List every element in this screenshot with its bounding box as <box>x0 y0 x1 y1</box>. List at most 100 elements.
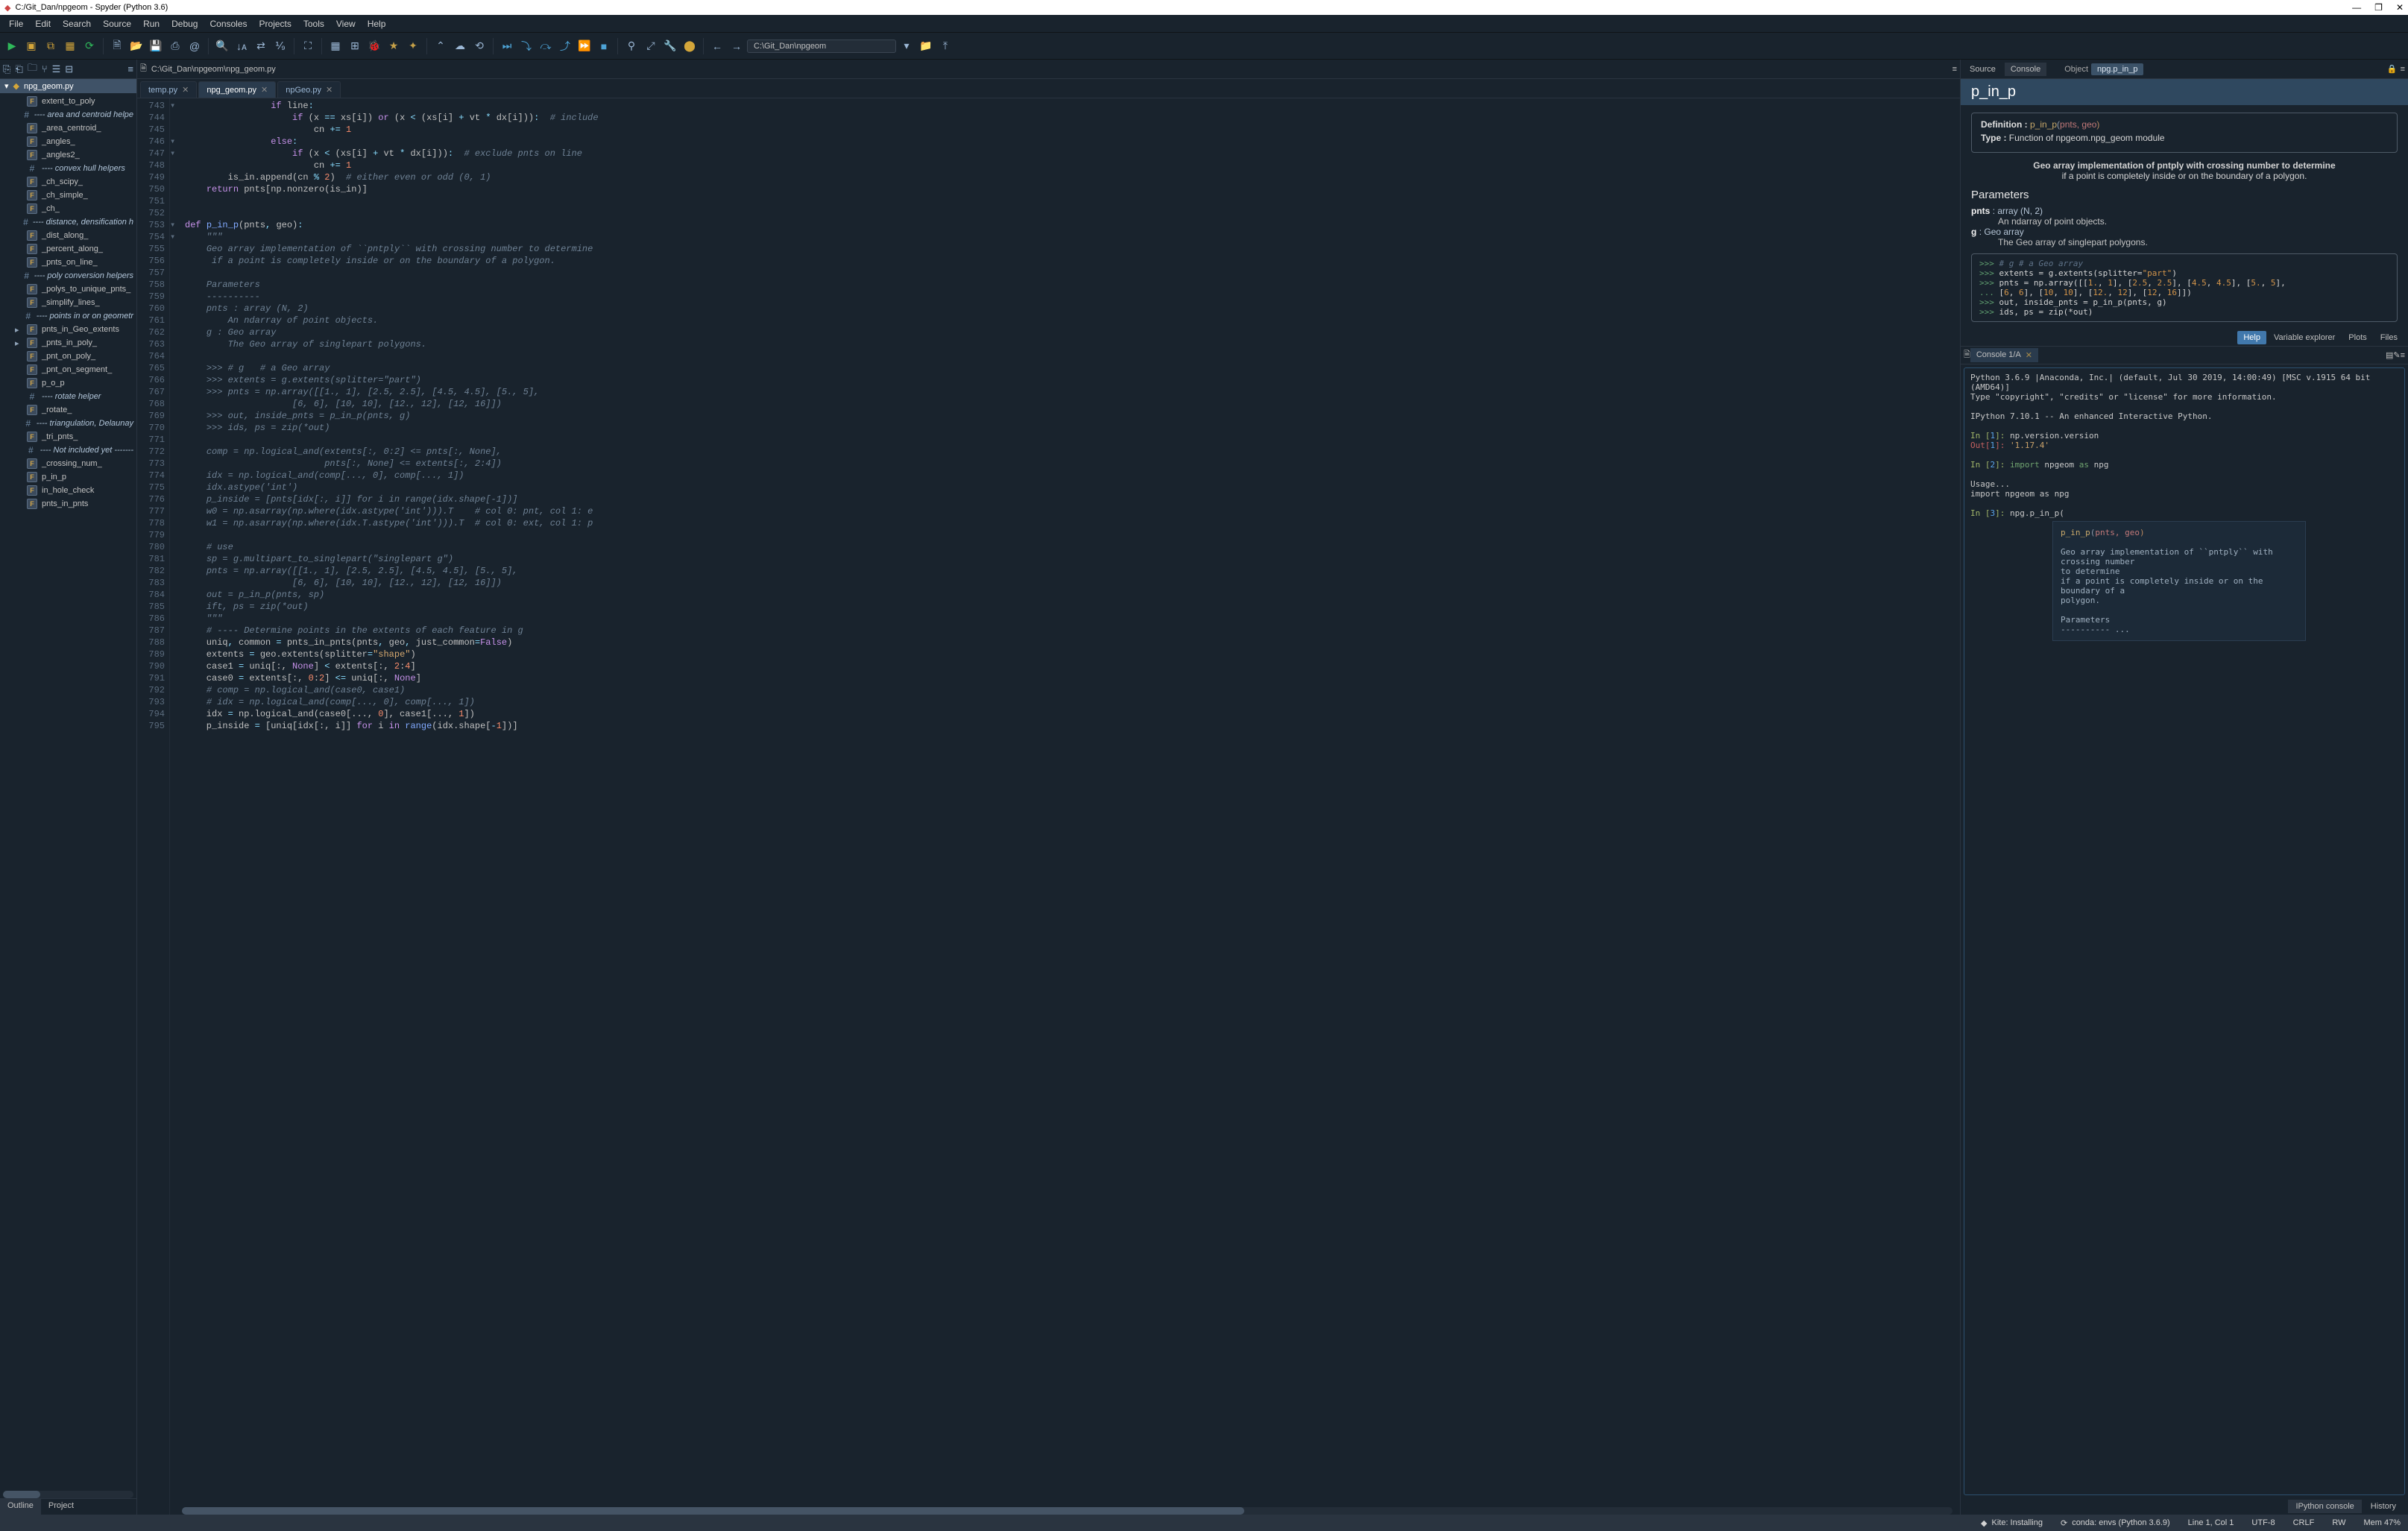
step-over-icon[interactable]: ⤼ <box>537 37 555 55</box>
menu-debug[interactable]: Debug <box>166 17 204 31</box>
minimize-button[interactable]: — <box>2352 2 2361 13</box>
refresh-icon[interactable]: ⟲ <box>470 37 488 55</box>
outline-item[interactable]: F_angles2_ <box>0 148 136 162</box>
console-tab-history[interactable]: History <box>2363 1500 2404 1513</box>
outline-item[interactable]: F_pnts_on_line_ <box>0 256 136 269</box>
menu-edit[interactable]: Edit <box>29 17 57 31</box>
tab-source[interactable]: Source <box>1964 63 2002 76</box>
save-icon[interactable]: 💾 <box>147 37 165 55</box>
help-tab-help[interactable]: Help <box>2237 331 2266 344</box>
ipython-console[interactable]: Python 3.6.9 |Anaconda, Inc.| (default, … <box>1964 367 2405 1495</box>
outline-item[interactable]: F_polys_to_unique_pnts_ <box>0 282 136 296</box>
save-all-icon[interactable]: ⎙ <box>166 37 184 55</box>
outline-folder-icon[interactable]: 🗀 <box>28 61 37 78</box>
outline-collapse-icon[interactable]: ⊟ <box>65 63 73 75</box>
folder-open-icon[interactable]: 📁 <box>917 37 935 55</box>
editor-tab-npg_geom-py[interactable]: npg_geom.py✕ <box>198 81 276 98</box>
search-icon[interactable]: 🔍 <box>213 37 231 55</box>
menu-consoles[interactable]: Consoles <box>204 17 253 31</box>
maximize-button[interactable]: ❐ <box>2374 2 2383 13</box>
outline-item[interactable]: Fpnts_in_pnts <box>0 497 136 511</box>
outline-tree-icon[interactable]: ☰ <box>52 63 61 75</box>
outline-item[interactable]: F_tri_pnts_ <box>0 430 136 443</box>
help-tab-variable-explorer[interactable]: Variable explorer <box>2268 331 2341 344</box>
outline-copy-icon[interactable]: ⎘ <box>3 63 10 75</box>
back-icon[interactable]: ← <box>708 37 726 55</box>
close-button[interactable]: ✕ <box>2396 2 2404 13</box>
outline-item[interactable]: #---- Not included yet ------- <box>0 443 136 457</box>
menu-run[interactable]: Run <box>137 17 166 31</box>
menu-help[interactable]: Help <box>362 17 392 31</box>
menu-tools[interactable]: Tools <box>297 17 330 31</box>
python-icon[interactable]: ⬤ <box>681 37 699 55</box>
help-tab-files[interactable]: Files <box>2374 331 2404 344</box>
menu-view[interactable]: View <box>330 17 362 31</box>
at-icon[interactable]: @ <box>186 37 204 55</box>
step-next-icon[interactable]: ⏭ <box>498 37 516 55</box>
outline-item[interactable]: Fin_hole_check <box>0 484 136 497</box>
var-icon[interactable]: ★ <box>385 37 403 55</box>
run-cell-advance-icon[interactable]: ⧉ <box>42 37 60 55</box>
close-icon[interactable]: ✕ <box>261 85 268 95</box>
outline-copy2-icon[interactable]: ⎗ <box>15 63 22 75</box>
outline-item[interactable]: #---- area and centroid helpe <box>0 108 136 121</box>
sort-icon[interactable]: ↓ᴀ <box>233 37 250 55</box>
tab-project[interactable]: Project <box>41 1499 81 1515</box>
outline-item[interactable]: F_ch_simple_ <box>0 189 136 202</box>
outline-item[interactable]: Fextent_to_poly <box>0 95 136 108</box>
outline-item[interactable]: F_dist_along_ <box>0 229 136 242</box>
close-icon[interactable]: ✕ <box>326 85 332 95</box>
outline-item[interactable]: F_crossing_num_ <box>0 457 136 470</box>
outline-item[interactable]: ▸Fpnts_in_Geo_extents <box>0 323 136 336</box>
outline-item[interactable]: F_percent_along_ <box>0 242 136 256</box>
tab-outline[interactable]: Outline <box>0 1499 41 1515</box>
open-file-icon[interactable]: 📂 <box>127 37 145 55</box>
run-icon[interactable]: ▶ <box>3 37 21 55</box>
chevron-down-icon[interactable]: ▾ <box>898 37 915 55</box>
outline-item[interactable]: F_simplify_lines_ <box>0 296 136 309</box>
stop-icon[interactable]: ■ <box>595 37 613 55</box>
lock-icon[interactable]: 🔒 <box>2387 64 2398 74</box>
outline-item[interactable]: #---- points in or on geometr <box>0 309 136 323</box>
outline-item[interactable]: #---- convex hull helpers <box>0 162 136 175</box>
outline-item[interactable]: F_ch_scipy_ <box>0 175 136 189</box>
editor-tab-temp-py[interactable]: temp.py✕ <box>140 81 197 98</box>
outline-item[interactable]: F_rotate_ <box>0 403 136 417</box>
outline-item[interactable]: #---- rotate helper <box>0 390 136 403</box>
step-into-icon[interactable]: ⤵ <box>517 37 535 55</box>
tab-console-top[interactable]: Console <box>2005 63 2046 76</box>
outline-item[interactable]: #---- poly conversion helpers <box>0 269 136 282</box>
menu-projects[interactable]: Projects <box>253 17 297 31</box>
right-menu-icon[interactable]: ≡ <box>2401 65 2405 74</box>
parent-dir-icon[interactable]: ⤒ <box>936 37 954 55</box>
forward-icon[interactable]: → <box>728 37 746 55</box>
status-kite[interactable]: ◆Kite: Installing <box>1981 1518 2043 1528</box>
swap-icon[interactable]: ⇄ <box>252 37 270 55</box>
outline-item[interactable]: #---- distance, densification h <box>0 215 136 229</box>
status-conda[interactable]: ⟳conda: envs (Python 3.6.9) <box>2061 1518 2170 1528</box>
editor-tab-npGeo-py[interactable]: npGeo.py✕ <box>277 81 341 98</box>
console-edit-icon[interactable]: ✎ <box>2393 350 2400 360</box>
run-selection-icon[interactable]: ▦ <box>61 37 79 55</box>
numbered-icon[interactable]: ⅟₉ <box>271 37 289 55</box>
run-cell-icon[interactable]: ▣ <box>22 37 40 55</box>
editor-hscrollbar[interactable] <box>182 1507 1952 1515</box>
outline-item[interactable]: Fp_in_p <box>0 470 136 484</box>
outline-branch-icon[interactable]: ⑂ <box>42 63 48 75</box>
fullscreen-icon[interactable]: ⤢ <box>642 37 660 55</box>
var2-icon[interactable]: ✦ <box>404 37 422 55</box>
wrench-icon[interactable]: 🔧 <box>661 37 679 55</box>
object-field[interactable]: npg.p_in_p <box>2091 63 2143 75</box>
outline-hscrollbar[interactable] <box>3 1491 133 1498</box>
outline-item[interactable]: F_area_centroid_ <box>0 121 136 135</box>
console-tab[interactable]: Console 1/A ✕ <box>1970 348 2038 362</box>
help-tab-plots[interactable]: Plots <box>2342 331 2372 344</box>
status-eol[interactable]: CRLF <box>2293 1518 2315 1527</box>
console-db-icon[interactable]: ▤ <box>2386 350 2393 360</box>
up-icon[interactable]: ⌃ <box>432 37 450 55</box>
maximize-pane-icon[interactable]: ⛶ <box>299 37 317 55</box>
wand-icon[interactable]: ⚲ <box>623 37 640 55</box>
editor-menu-icon[interactable]: ≡ <box>1952 65 1957 74</box>
console-menu-icon[interactable]: ≡ <box>2401 351 2405 360</box>
outline-item[interactable]: Fp_o_p <box>0 376 136 390</box>
